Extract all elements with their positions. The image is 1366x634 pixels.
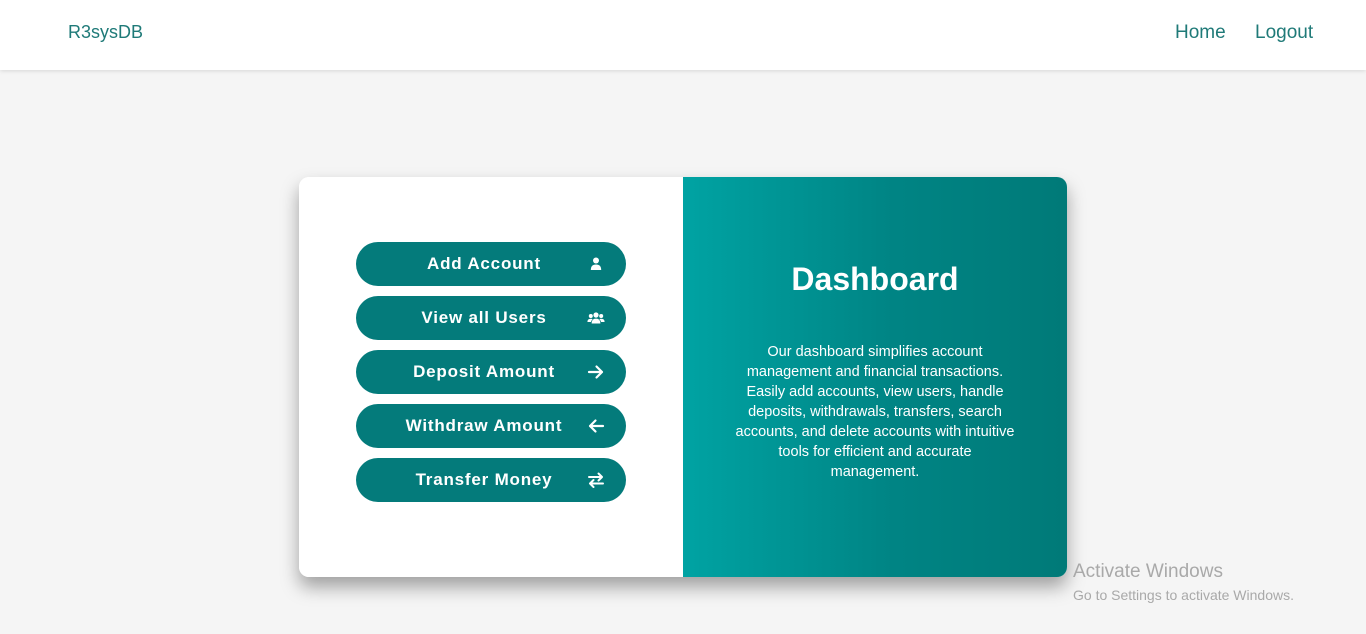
nav-home-link[interactable]: Home — [1175, 22, 1226, 44]
deposit-amount-button[interactable]: Deposit Amount — [356, 350, 626, 394]
dashboard-title: Dashboard — [791, 261, 959, 297]
dashboard-info-panel: Dashboard Our dashboard simplifies accou… — [683, 177, 1067, 577]
dashboard-card: Add Account View all Users Deposit Amoun… — [299, 177, 1067, 577]
withdraw-amount-label: Withdraw Amount — [405, 416, 563, 435]
nav-logout-link[interactable]: Logout — [1255, 22, 1313, 44]
view-all-users-button[interactable]: View all Users — [356, 296, 626, 340]
watermark-subtitle: Go to Settings to activate Windows. — [1073, 587, 1294, 603]
windows-activation-watermark: Activate Windows Go to Settings to activ… — [1073, 561, 1294, 604]
arrow-right-icon — [587, 364, 605, 380]
deposit-amount-label: Deposit Amount — [413, 362, 555, 381]
users-icon — [587, 310, 605, 326]
withdraw-amount-button[interactable]: Withdraw Amount — [356, 404, 626, 448]
transfer-money-button[interactable]: Transfer Money — [356, 458, 626, 502]
actions-panel: Add Account View all Users Deposit Amoun… — [299, 177, 683, 577]
dashboard-description: Our dashboard simplifies account managem… — [735, 344, 1015, 480]
arrow-left-icon — [587, 418, 605, 434]
user-icon — [587, 256, 605, 272]
top-navbar: R3sysDB Home Logout — [0, 0, 1366, 70]
add-account-button[interactable]: Add Account — [356, 242, 626, 286]
brand-logo-link[interactable]: R3sysDB — [68, 22, 143, 43]
add-account-label: Add Account — [427, 254, 541, 273]
exchange-icon — [587, 472, 605, 488]
transfer-money-label: Transfer Money — [415, 470, 553, 489]
view-all-users-label: View all Users — [421, 308, 547, 327]
watermark-title: Activate Windows — [1073, 561, 1223, 582]
